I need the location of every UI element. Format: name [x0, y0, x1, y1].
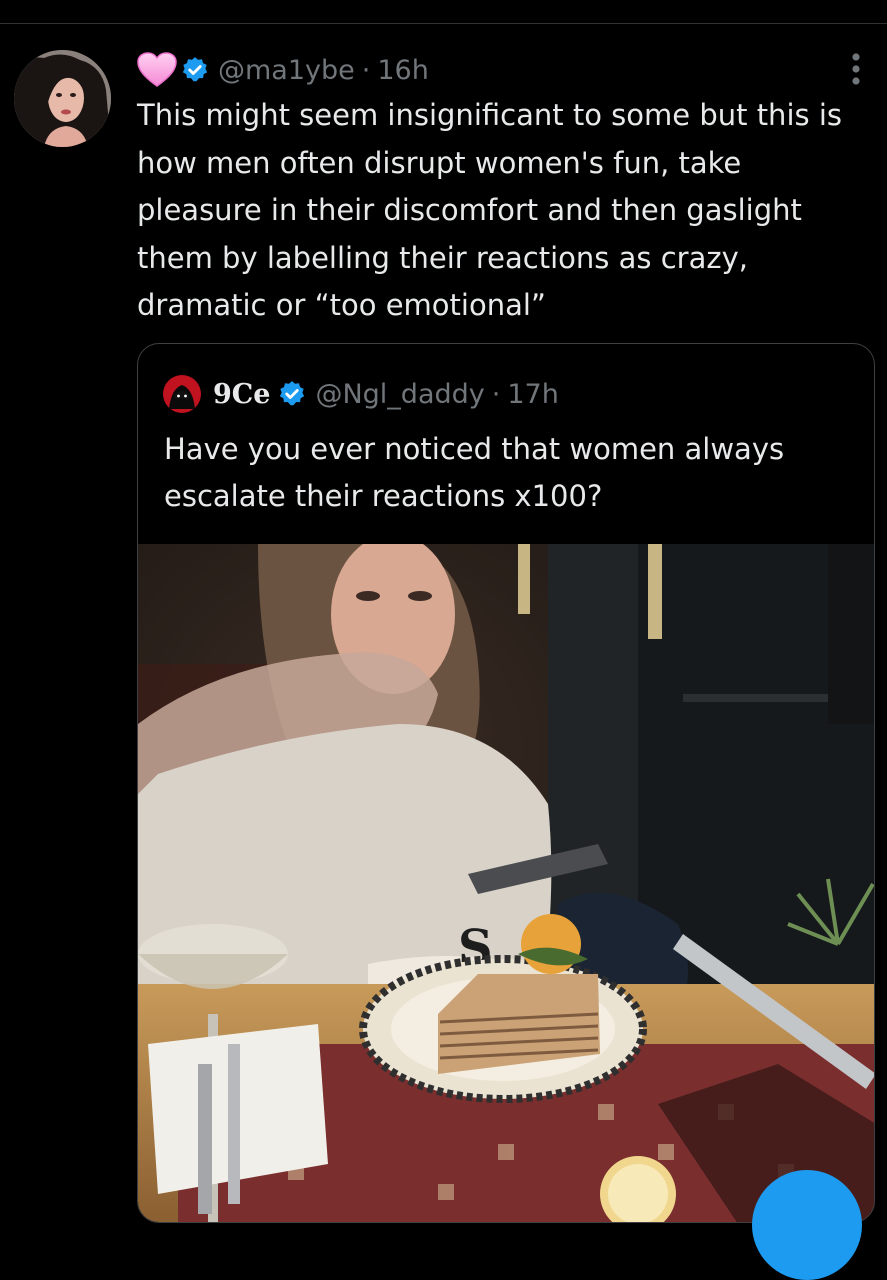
video-frame-image: S — [138, 544, 874, 1222]
quoted-author-avatar[interactable] — [163, 375, 201, 413]
quoted-video-thumbnail[interactable]: S — [138, 544, 874, 1222]
quoted-tweet-text: Have you ever noticed that women always … — [164, 432, 785, 513]
tweet-header: @ma1ybe · 16h — [137, 50, 429, 90]
quoted-tweet-card[interactable]: 9Ce @Ngl_daddy · 17h Have you ever notic… — [137, 343, 875, 1223]
verified-badge-icon — [182, 57, 208, 82]
author-avatar[interactable] — [14, 50, 111, 147]
header-separator: · — [361, 54, 371, 86]
quoted-handle[interactable]: @Ngl_daddy — [315, 379, 484, 410]
quoted-tweet-header: 9Ce @Ngl_daddy · 17h — [163, 374, 559, 414]
quoted-separator: · — [491, 378, 501, 410]
quoted-timestamp[interactable]: 17h — [507, 379, 558, 410]
author-handle[interactable]: @ma1ybe — [218, 55, 355, 86]
quoted-display-name[interactable]: 9Ce — [213, 379, 270, 410]
more-options-icon[interactable] — [848, 50, 864, 88]
tweet-timestamp[interactable]: 16h — [377, 55, 428, 86]
verified-badge-icon — [280, 381, 305, 406]
compose-button[interactable] — [752, 1170, 862, 1280]
avatar-image — [14, 50, 111, 147]
heart-emoji-icon — [137, 52, 177, 87]
top-divider — [0, 0, 887, 24]
tweet-text: This might seem insignificant to some bu… — [137, 98, 842, 322]
